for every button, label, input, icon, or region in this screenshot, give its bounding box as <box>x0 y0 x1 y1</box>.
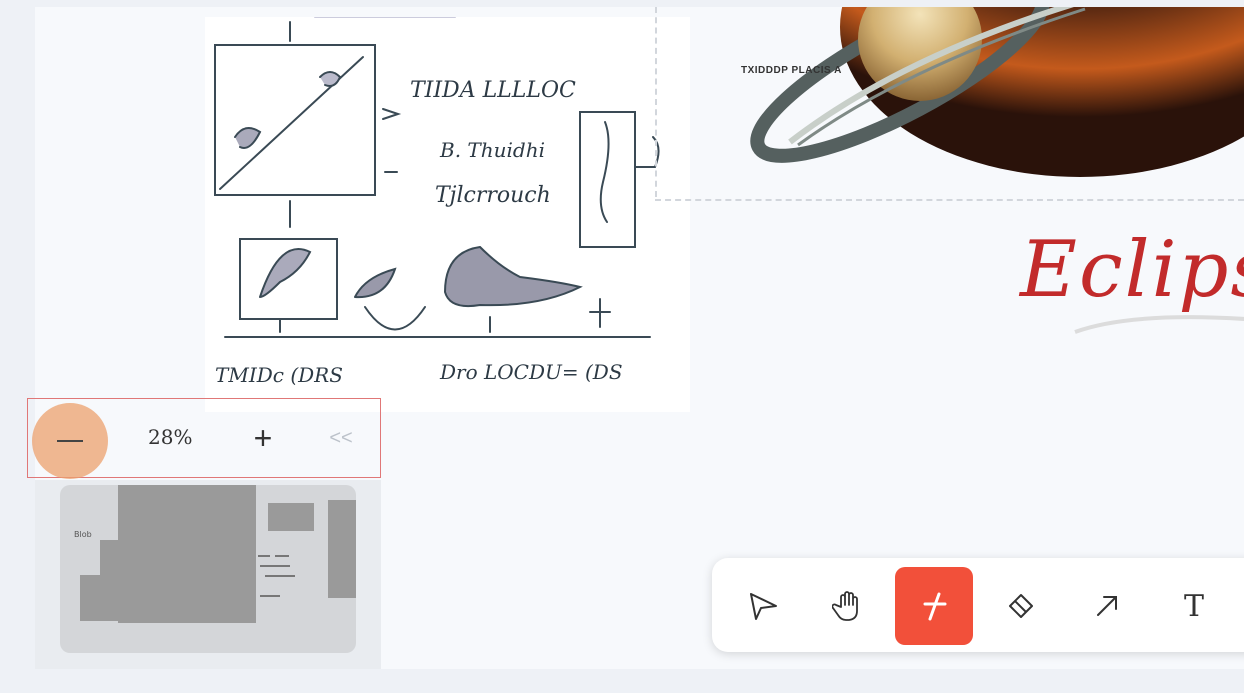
select-arrow-icon <box>750 593 777 620</box>
hand-tool-button[interactable] <box>810 567 888 645</box>
drawing-toolbar: T <box>712 558 1244 652</box>
select-tool-button[interactable] <box>724 567 802 645</box>
text-icon: T <box>1183 588 1204 624</box>
minimap-label: Blob <box>74 530 92 539</box>
selection-guide-horizontal <box>655 199 1244 201</box>
sketch-text-1: TIIDA LLLLOC <box>410 78 576 103</box>
sketch-image[interactable]: TIIDA LLLLOC B. Thuidhi Tjlcrrouch TMIDc… <box>205 16 690 412</box>
sketch-text-5: Dro LOCDU= (DS <box>439 360 623 384</box>
sketch-text-3: Tjlcrrouch <box>435 183 551 208</box>
zoom-control: 28% + << <box>27 398 381 479</box>
saturn-drawing <box>750 7 1244 177</box>
minimap-panel: Blob <box>35 480 381 669</box>
sketch-text-2: B. Thuidhi <box>439 138 545 162</box>
zoom-in-button[interactable]: + <box>246 419 280 456</box>
eclipse-handwriting[interactable]: Eclips <box>1020 225 1244 315</box>
sketch-drawing: TIIDA LLLLOC B. Thuidhi Tjlcrrouch TMIDc… <box>214 16 660 387</box>
double-chevron-left-icon: << <box>329 426 353 449</box>
pen-tool-button[interactable] <box>895 567 973 645</box>
eraser-icon <box>1009 594 1033 618</box>
plus-icon: + <box>253 419 273 456</box>
arrow-icon <box>1097 596 1117 616</box>
saturn-caption: TXIDDDP PLACIS A <box>741 65 842 76</box>
arrow-tool-button[interactable] <box>1068 567 1146 645</box>
collapse-button[interactable]: << <box>326 421 356 455</box>
minimap-preview: Blob <box>74 485 356 623</box>
pen-icon <box>923 592 947 621</box>
minus-icon <box>57 439 83 443</box>
saturn-image[interactable] <box>690 7 1244 177</box>
selection-guide-vertical <box>655 7 657 197</box>
minimap[interactable]: Blob <box>60 485 356 653</box>
sketch-text-4: TMIDc (DRS <box>215 363 343 387</box>
eraser-tool-button[interactable] <box>982 567 1060 645</box>
eclipse-underline <box>1074 315 1244 334</box>
hand-icon <box>832 591 858 621</box>
zoom-out-button[interactable] <box>32 403 108 479</box>
zoom-level: 28% <box>148 425 193 449</box>
text-tool-button[interactable]: T <box>1155 567 1233 645</box>
